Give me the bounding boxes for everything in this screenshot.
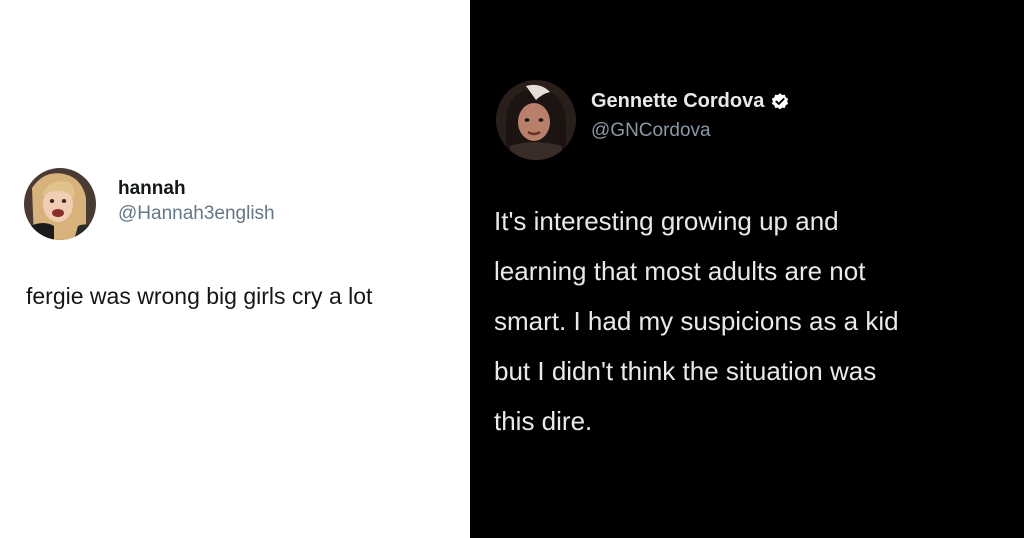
display-name[interactable]: Gennette Cordova [591,90,764,113]
hannah-avatar[interactable] [24,168,96,240]
left-tweet-panel: hannah @Hannah3english fergie was wrong … [0,0,470,538]
tweet-text-line: learning that most adults are not [494,256,866,286]
tweet-text-line: but I didn't think the situation was [494,356,877,386]
display-name[interactable]: hannah [118,178,186,200]
gennette-avatar[interactable] [496,80,576,160]
verified-badge-icon [772,92,789,109]
tweet-text-line: smart. I had my suspicions as a kid [494,306,899,336]
name-row: Gennette Cordova [591,90,790,113]
avatar-photo-icon [24,168,96,240]
avatar-photo-icon [496,80,576,160]
tweet-text: It's interesting growing up and learning… [494,196,999,446]
tweet-text: fergie was wrong big girls cry a lot [26,283,373,309]
tweet-text-line: It's interesting growing up and [494,206,839,236]
user-handle[interactable]: @Hannah3english [118,203,275,225]
user-handle[interactable]: @GNCordova [591,120,711,142]
tweet-text-line: this dire. [494,406,593,436]
